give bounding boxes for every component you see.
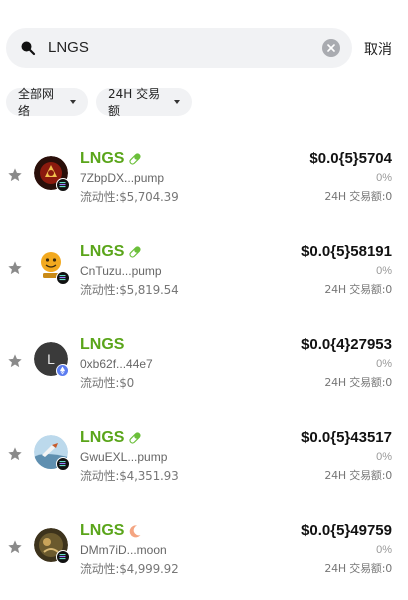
star-icon[interactable] [7, 539, 23, 555]
token-address: 7ZbpDX...pump [80, 171, 165, 185]
token-liquidity: 流动性:$5,819.54 [80, 283, 179, 297]
token-price-change: 0% [376, 172, 392, 184]
pill-icon [128, 152, 142, 166]
token-liquidity: 流动性:$5,704.39 [80, 190, 179, 204]
ethereum-chain-icon [56, 364, 70, 378]
chevron-down-icon [70, 100, 76, 104]
volume-sort-dropdown[interactable]: 24H 交易额 [96, 87, 192, 118]
filter-bar: 全部网络 24H 交易额 [0, 87, 408, 118]
token-row[interactable]: LNGS CnTuzu...pump 流动性:$5,819.54 $0.0{5}… [0, 243, 408, 336]
search-header: LNGS 取消 [0, 0, 408, 96]
pill-icon [128, 245, 142, 259]
token-price: $0.0{5}49759 [301, 522, 392, 539]
volume-sort-label: 24H 交易额 [108, 87, 161, 118]
token-row[interactable]: LNGS GwuEXL...pump 流动性:$4,351.93 $0.0{5}… [0, 429, 408, 522]
star-icon[interactable] [7, 446, 23, 462]
token-price-change: 0% [376, 451, 392, 463]
token-name: LNGS [80, 336, 125, 353]
token-price: $0.0{4}27953 [301, 336, 392, 353]
cancel-button[interactable]: 取消 [364, 39, 392, 59]
token-name: LNGS [80, 150, 125, 167]
token-liquidity: 流动性:$4,351.93 [80, 469, 179, 483]
token-volume: 24H 交易额:0 [324, 562, 392, 575]
star-icon[interactable] [7, 260, 23, 276]
token-price: $0.0{5}58191 [301, 243, 392, 260]
pill-icon [128, 431, 142, 445]
token-price: $0.0{5}43517 [301, 429, 392, 446]
avatar-letter: L [47, 351, 55, 367]
token-address: DMm7iD...moon [80, 543, 167, 557]
token-price-change: 0% [376, 265, 392, 277]
token-row[interactable]: LNGS DMm7iD...moon 流动性:$4,999.92 $0.0{5}… [0, 522, 408, 600]
search-icon [20, 40, 36, 56]
token-price-change: 0% [376, 544, 392, 556]
token-volume: 24H 交易额:0 [324, 469, 392, 482]
token-liquidity: 流动性:$4,999.92 [80, 562, 179, 576]
star-icon[interactable] [7, 167, 23, 183]
solana-chain-icon [56, 457, 70, 471]
chevron-down-icon [174, 100, 180, 104]
token-address: GwuEXL...pump [80, 450, 168, 464]
clear-icon[interactable] [322, 39, 340, 57]
token-volume: 24H 交易额:0 [324, 190, 392, 203]
token-liquidity: 流动性:$0 [80, 376, 135, 390]
token-address: CnTuzu...pump [80, 264, 162, 278]
token-price-change: 0% [376, 358, 392, 370]
token-name: LNGS [80, 429, 125, 446]
network-filter-label: 全部网络 [18, 87, 55, 118]
token-row[interactable]: LNGS 7ZbpDX...pump 流动性:$5,704.39 $0.0{5}… [0, 150, 408, 243]
solana-chain-icon [56, 178, 70, 192]
token-volume: 24H 交易额:0 [324, 283, 392, 296]
token-name: LNGS [80, 243, 125, 260]
token-row[interactable]: L LNGS 0xb62f...44e7 流动性:$0 $0.0{4}27953… [0, 336, 408, 429]
search-query[interactable]: LNGS [48, 39, 89, 56]
search-input[interactable]: LNGS [6, 28, 352, 68]
solana-chain-icon [56, 271, 70, 285]
solana-chain-icon [56, 550, 70, 564]
token-address: 0xb62f...44e7 [80, 357, 153, 371]
token-volume: 24H 交易额:0 [324, 376, 392, 389]
token-price: $0.0{5}5704 [309, 150, 392, 167]
token-name: LNGS [80, 522, 125, 539]
moon-icon [128, 524, 142, 538]
star-icon[interactable] [7, 353, 23, 369]
network-filter-dropdown[interactable]: 全部网络 [6, 87, 88, 118]
